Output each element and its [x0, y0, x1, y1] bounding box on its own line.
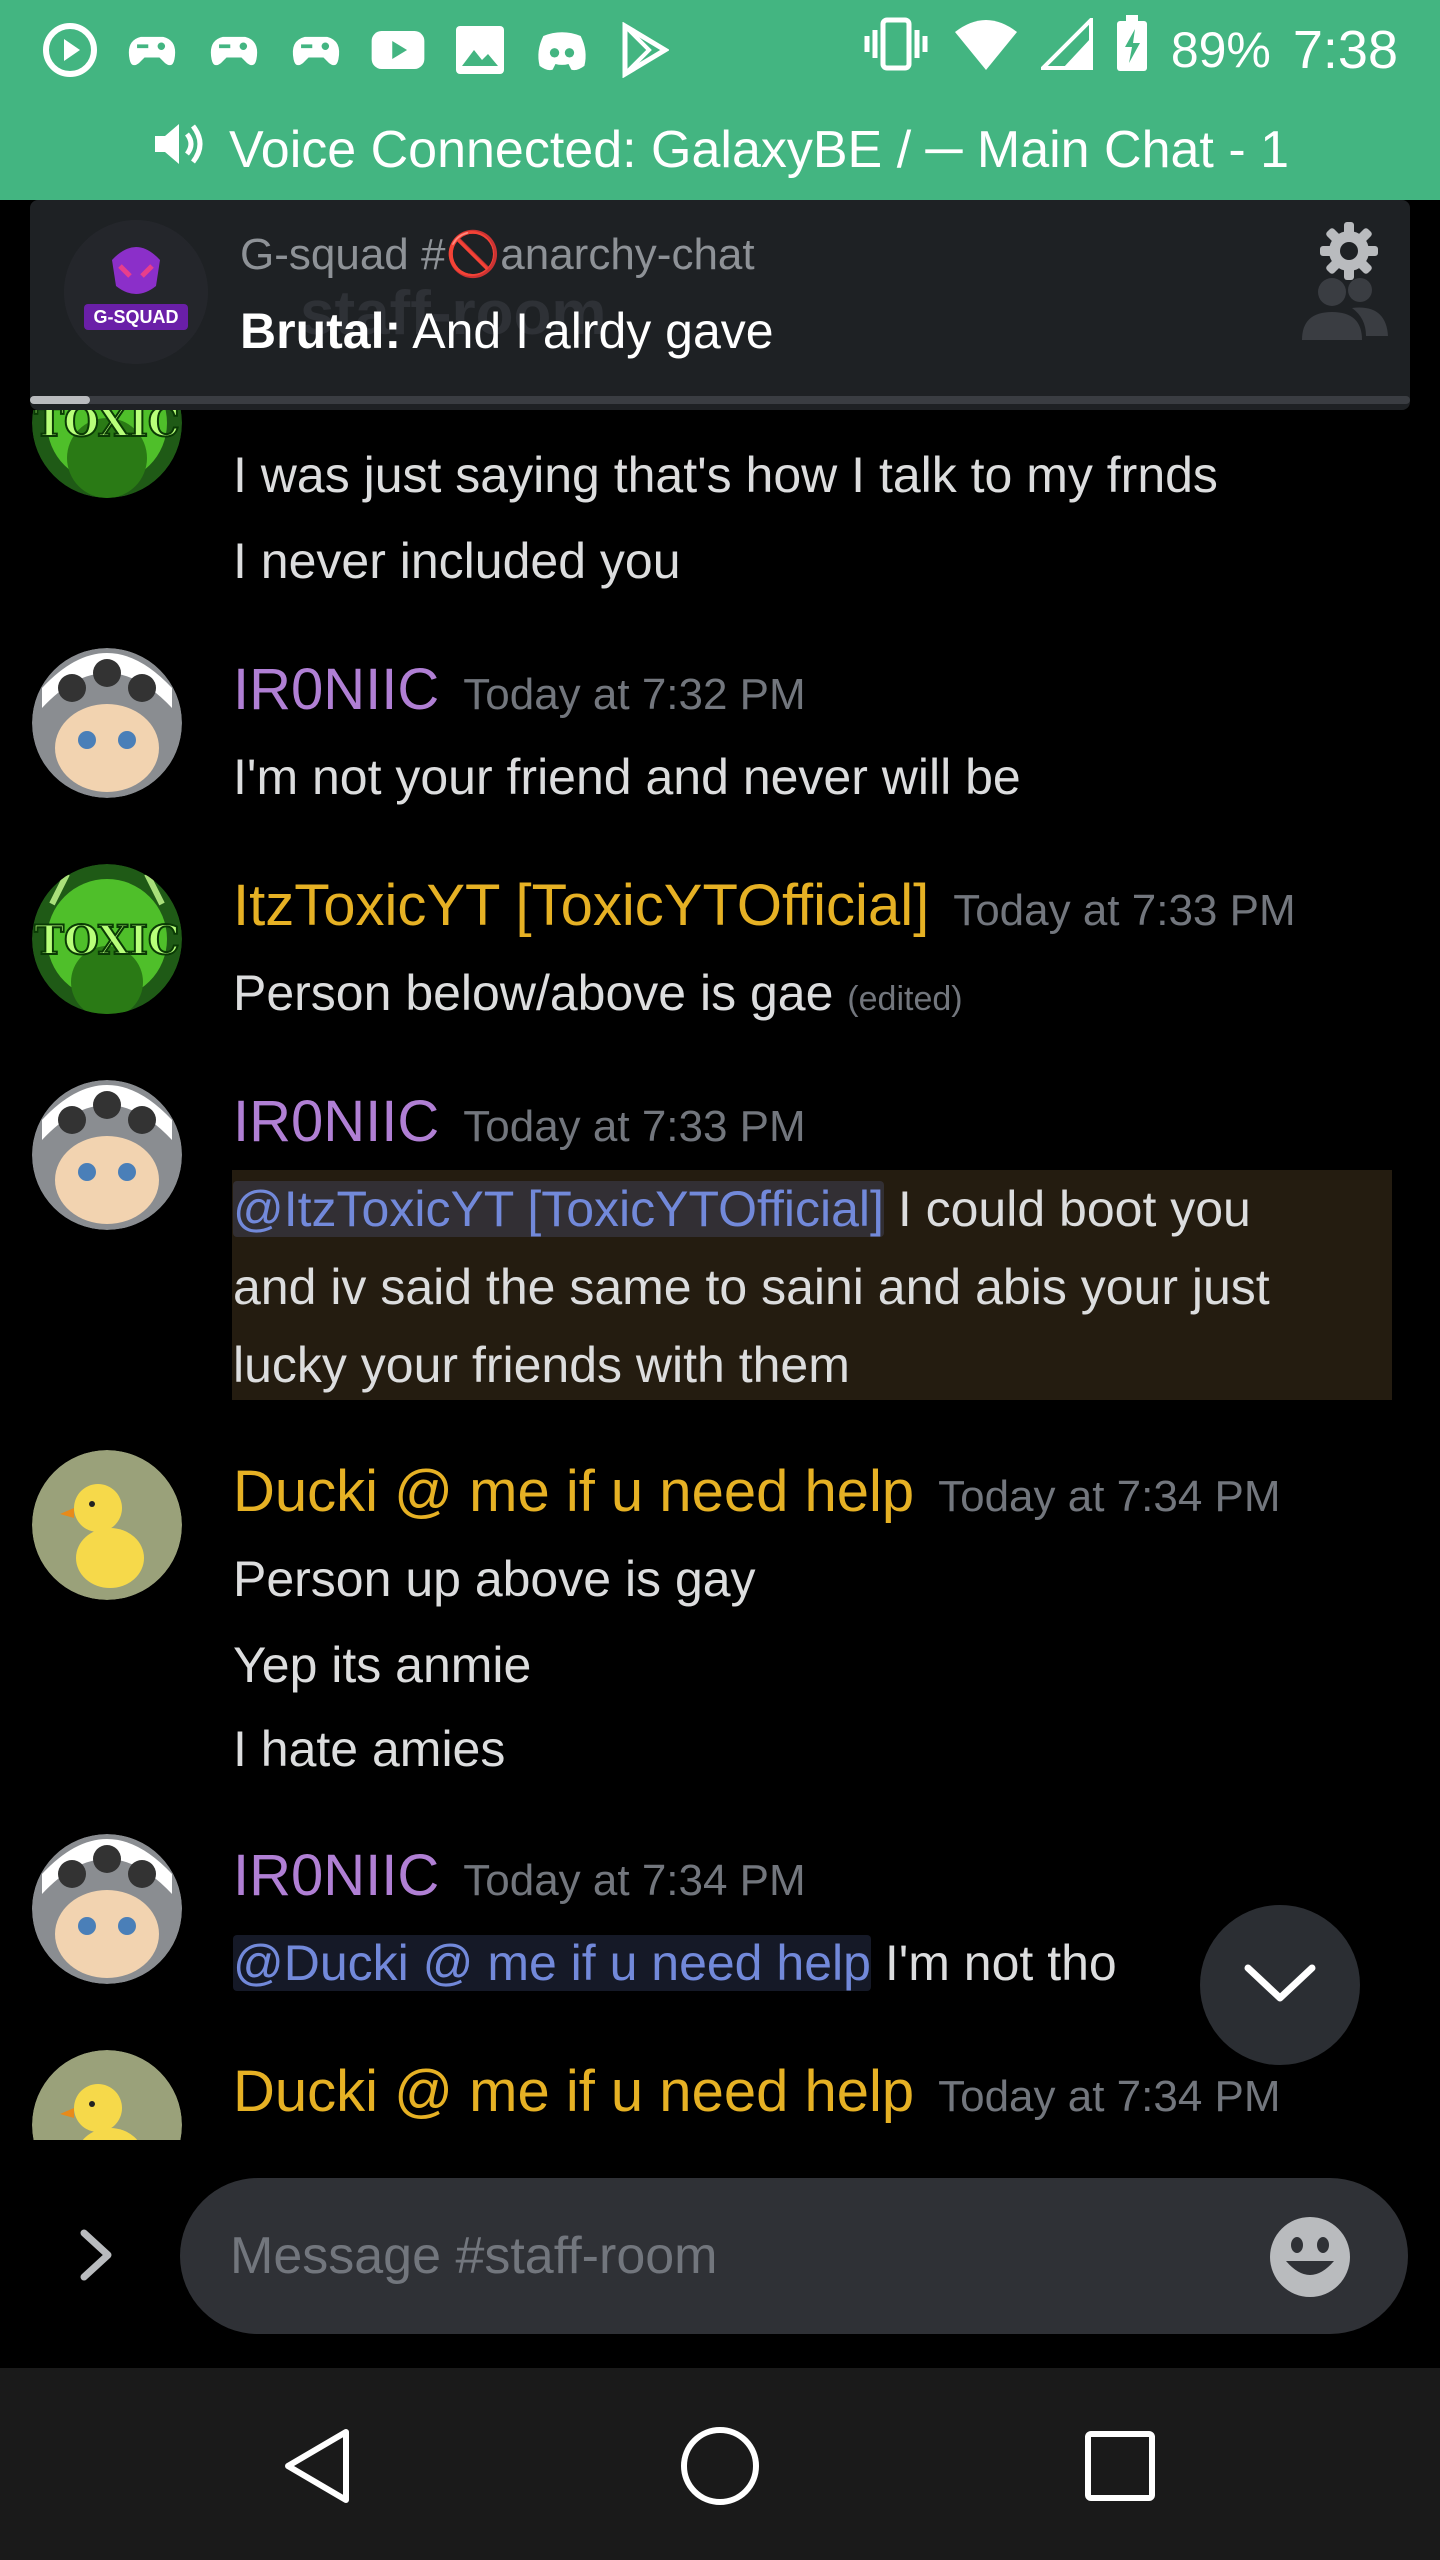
chevron-right-icon[interactable]: [72, 2225, 122, 2290]
message-timestamp: Today at 7:33 PM: [953, 886, 1296, 935]
back-triangle-icon: [280, 2426, 360, 2511]
home-button[interactable]: [660, 2408, 780, 2528]
controller-icon: [288, 22, 344, 78]
avatar-ducki[interactable]: [32, 1450, 182, 1600]
author-name[interactable]: ItzToxicYT [ToxicYTOfficial]: [233, 873, 929, 938]
avatar-ironiic[interactable]: [32, 1834, 182, 1984]
message-author[interactable]: Ducki @ me if u need help Today at 7:34 P…: [233, 1458, 1281, 1525]
message-line: I'm not your friend and never will be: [233, 749, 1021, 805]
message-text: I could boot you: [883, 1181, 1251, 1237]
message-timestamp: Today at 7:34 PM: [938, 2072, 1281, 2121]
server-avatar[interactable]: G-SQUAD: [64, 220, 208, 364]
message-line: @ItzToxicYT [ToxicYTOfficial] I could bo…: [233, 1180, 1251, 1238]
message-timestamp: Today at 7:32 PM: [463, 670, 806, 719]
circle-play-icon: [42, 22, 98, 78]
notification-progress: [30, 396, 90, 404]
server-avatar-text: G-SQUAD: [94, 307, 179, 327]
notification-text: And I alrdy gave: [412, 303, 774, 359]
chevron-down-icon: [1240, 1958, 1320, 2013]
message-line: @Ducki @ me if u need help I'm not tho: [233, 1934, 1117, 1992]
message-text: Person below/above is gae: [233, 965, 834, 1021]
home-circle-icon: [678, 2424, 762, 2513]
avatar-ironiic[interactable]: [32, 1080, 182, 1230]
edited-tag: (edited): [847, 980, 963, 1018]
message-timestamp: Today at 7:33 PM: [463, 1102, 806, 1151]
youtube-icon: [370, 22, 426, 78]
battery-percent: 89%: [1170, 22, 1271, 78]
recents-square-icon: [1083, 2429, 1157, 2508]
message-author[interactable]: IR0NIIC Today at 7:33 PM: [233, 1088, 806, 1155]
user-mention[interactable]: @Ducki @ me if u need help: [233, 1935, 871, 1991]
notification-icons: [42, 22, 672, 78]
notification-message[interactable]: Brutal: And I alrdy gave: [240, 302, 774, 360]
avatar-toxic-text: TOXIC: [34, 917, 180, 964]
vibrate-icon: [861, 16, 931, 84]
voice-status[interactable]: Voice Connected: GalaxyBE / ─ Main Chat …: [0, 100, 1440, 200]
message-author[interactable]: IR0NIIC Today at 7:34 PM: [233, 1842, 806, 1909]
battery-charging-icon: [1115, 15, 1149, 85]
message-author[interactable]: IR0NIIC Today at 7:32 PM: [233, 656, 806, 723]
message-timestamp: Today at 7:34 PM: [938, 1472, 1281, 1521]
message-list[interactable]: TOXIC I was just saying that's how I tal…: [0, 410, 1440, 2140]
play-store-icon: [616, 22, 672, 78]
voice-status-text: Voice Connected: GalaxyBE / ─ Main Chat …: [228, 121, 1290, 179]
notification-author: Brutal:: [240, 303, 402, 359]
notification-server: G-squad: [240, 230, 409, 279]
notification-channel: #🚫anarchy-chat: [421, 230, 755, 279]
user-mention[interactable]: @ItzToxicYT [ToxicYTOfficial]: [233, 1181, 884, 1237]
message-line: I was just saying that's how I talk to m…: [233, 447, 1218, 503]
avatar-toxic[interactable]: TOXIC: [32, 410, 182, 498]
author-name[interactable]: IR0NIIC: [233, 1843, 439, 1908]
message-line: Person up above is gay: [233, 1551, 756, 1607]
message-input[interactable]: Message #staff-room: [180, 2178, 1408, 2334]
wifi-icon: [953, 16, 1019, 84]
system-navigation-bar: [0, 2368, 1440, 2560]
notification-progress-track: [30, 396, 1410, 404]
voice-connected-banner[interactable]: 89% 7:38 Voice Connected: GalaxyBE / ─ M…: [0, 0, 1440, 200]
message-author[interactable]: Ducki @ me if u need help Today at 7:34 P…: [233, 2058, 1281, 2125]
message-line: lucky your friends with them: [233, 1337, 850, 1393]
controller-icon: [124, 22, 180, 78]
message-line: Yep its anmie: [233, 1637, 532, 1693]
emoji-icon[interactable]: [1268, 2215, 1352, 2304]
message-line: I never included you: [233, 533, 681, 589]
message-timestamp: Today at 7:34 PM: [463, 1856, 806, 1905]
message-line: Person below/above is gae (edited): [233, 964, 963, 1022]
avatar-ducki[interactable]: [32, 2050, 182, 2140]
author-name[interactable]: Ducki @ me if u need help: [233, 2059, 914, 2124]
recents-button[interactable]: [1060, 2408, 1180, 2528]
avatar-toxic[interactable]: TOXIC: [32, 864, 182, 1014]
author-name[interactable]: IR0NIIC: [233, 657, 439, 722]
avatar-ironiic[interactable]: [32, 648, 182, 798]
message-input-placeholder: Message #staff-room: [230, 2227, 718, 2285]
message-text: I'm not tho: [870, 1935, 1117, 1991]
discord-icon: [534, 22, 590, 78]
avatar-toxic-text: TOXIC: [34, 410, 180, 446]
speaker-icon: [151, 118, 207, 183]
message-line: and iv said the same to saini and abis y…: [233, 1259, 1270, 1315]
author-name[interactable]: IR0NIIC: [233, 1089, 439, 1154]
controller-icon: [206, 22, 262, 78]
status-right: 89% 7:38: [861, 15, 1398, 85]
notification-origin: G-squad #🚫anarchy-chat: [240, 228, 755, 280]
jump-to-bottom-button[interactable]: [1200, 1905, 1360, 2065]
status-bar: 89% 7:38: [0, 0, 1440, 100]
message-author[interactable]: ItzToxicYT [ToxicYTOfficial] Today at 7:3…: [233, 872, 1296, 939]
author-name[interactable]: Ducki @ me if u need help: [233, 1459, 914, 1524]
clock: 7:38: [1292, 20, 1398, 80]
message-line: I hate amies: [233, 1721, 506, 1777]
back-button[interactable]: [260, 2408, 380, 2528]
members-icon[interactable]: [1296, 274, 1392, 349]
signal-icon: [1037, 15, 1093, 82]
image-icon: [452, 22, 508, 78]
